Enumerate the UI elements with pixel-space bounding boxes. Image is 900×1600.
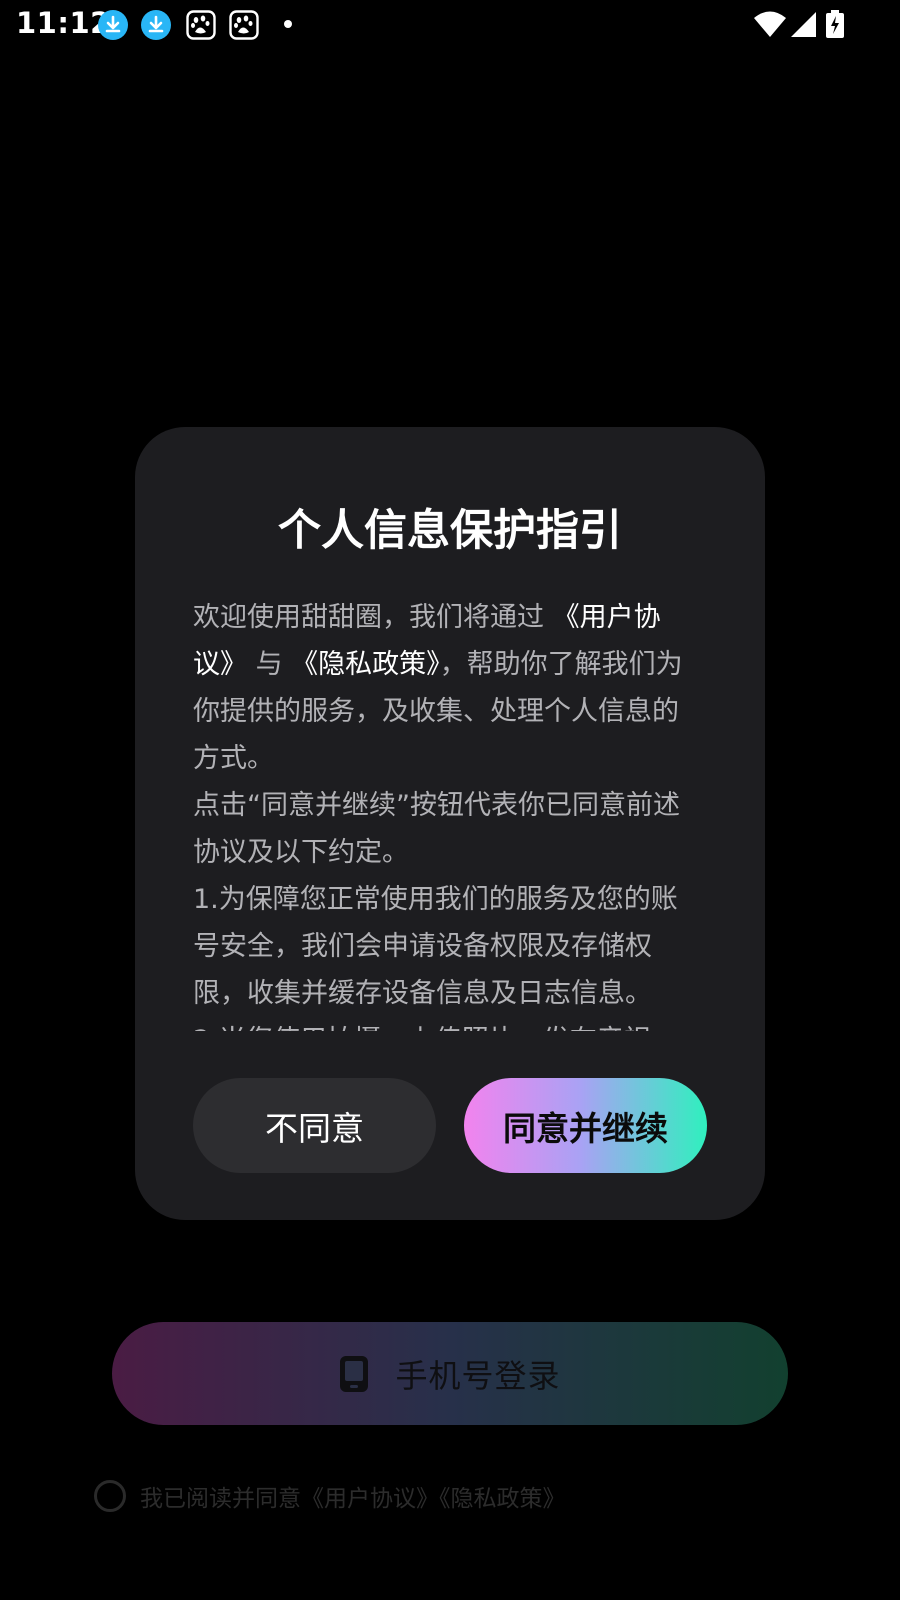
agreement-row: 我已阅读并同意《用户协议》《隐私政策》 [94,1478,566,1514]
status-bar: 11:12 [0,0,900,48]
agreement-text: 我已阅读并同意《用户协议》《隐私政策》 [140,1486,566,1512]
intro-text: 欢迎使用甜甜圈，我们将通过 [193,602,544,633]
baidu-paw-icon [186,10,216,40]
dialog-paragraph-item-2: 2.当您使用拍摄、上传照片、发布音视 [193,1017,703,1031]
disagree-button[interactable]: 不同意 [193,1078,436,1173]
dialog-body: 欢迎使用甜甜圈，我们将通过 《用户协议》 与 《隐私政策》，帮助你了解我们为你提… [193,594,703,1031]
battery-charging-icon [826,10,844,38]
status-time: 11:12 [16,6,111,40]
download-icon [98,10,128,40]
download-icon [141,10,171,40]
dialog-paragraph-intro: 欢迎使用甜甜圈，我们将通过 《用户协议》 与 《隐私政策》，帮助你了解我们为你提… [193,594,703,782]
dialog-paragraph-consent: 点击“同意并继续”按钮代表你已同意前述协议及以下约定。 [193,790,680,868]
phone-login-button[interactable]: 手机号登录 [112,1322,788,1425]
privacy-policy-link[interactable]: 《隐私政策》 [283,649,440,680]
and-text: 与 [247,649,283,680]
notification-dot-icon [284,20,292,28]
phone-icon [340,1355,369,1392]
dialog-title: 个人信息保护指引 [278,506,622,556]
wifi-icon [754,11,786,37]
dialog-paragraph-item-1: 1.为保障您正常使用我们的服务及您的账号安全，我们会申请设备权限及存储权限，收集… [193,884,678,1009]
cellular-signal-icon [791,12,816,37]
phone-login-label: 手机号登录 [395,1356,561,1395]
agree-continue-button[interactable]: 同意并继续 [464,1078,707,1173]
agreement-checkbox[interactable] [94,1480,126,1512]
baidu-paw-icon [229,10,259,40]
